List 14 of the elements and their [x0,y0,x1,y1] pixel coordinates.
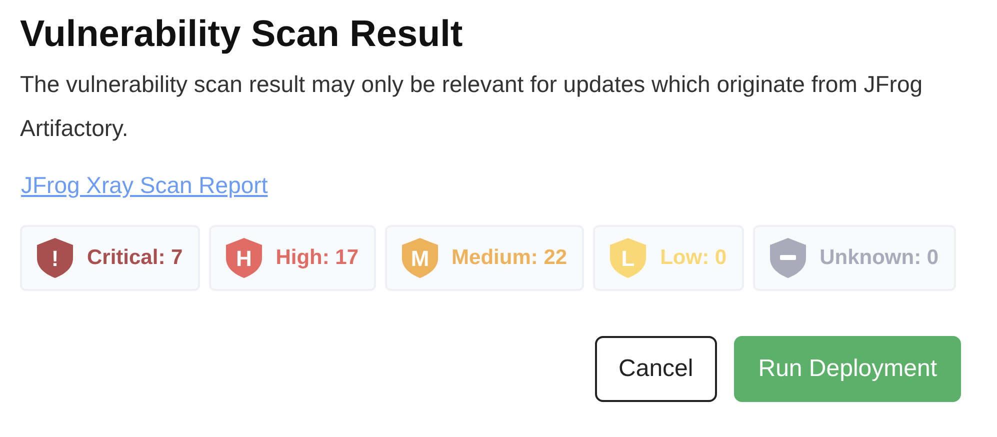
severity-count: Low: 0 [660,244,727,271]
shield-icon: M [402,238,438,278]
shield-icon: ! [37,238,73,278]
scan-report-link[interactable]: JFrog Xray Scan Report [21,172,268,198]
description-text: The vulnerability scan result may only be relevant for updates which originate from JFrog Artifactory. [20,70,924,143]
severity-count: High: 17 [276,244,359,271]
run-deployment-button[interactable]: Run Deployment [734,336,961,402]
shield-icon: L [610,238,646,278]
dialog-title: Vulnerability Scan Result [20,12,464,56]
severity-count: Unknown: 0 [820,244,939,271]
shield-icon: H [226,238,262,278]
severity-count: Medium: 22 [452,244,568,271]
cancel-button[interactable]: Cancel [594,336,718,402]
severity-count: Critical: 7 [87,244,183,271]
